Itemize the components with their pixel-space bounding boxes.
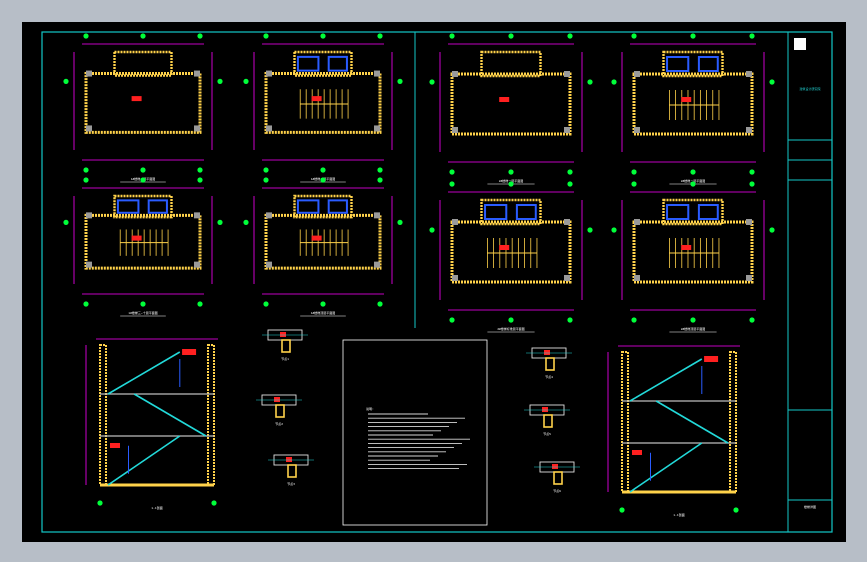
notes-title: 说明: <box>366 406 374 411</box>
cad-drawing-canvas: 建筑设计研究院 楼梯详图 说明: 1#楼梯一层平面图1#楼梯二层平面图1#楼梯三… <box>22 22 846 542</box>
section-label: 1-1剖面 <box>673 512 684 517</box>
plan-label: 2#楼梯标准层平面图 <box>497 326 525 331</box>
title-block-project: 楼梯详图 <box>804 504 816 509</box>
detail-label: 节点2 <box>275 421 283 426</box>
detail-label: 节点3 <box>287 481 295 486</box>
detail-label: 节点6 <box>553 488 561 493</box>
plan-label: 1#楼梯顶层平面图 <box>311 310 336 315</box>
detail-label: 节点5 <box>543 431 551 436</box>
title-block-company: 建筑设计研究院 <box>799 86 820 91</box>
detail-label: 节点4 <box>545 374 553 379</box>
plan-label: 2#楼梯顶层平面图 <box>681 326 706 331</box>
detail-label: 节点1 <box>281 356 289 361</box>
section-label: 1-1剖面 <box>151 505 162 510</box>
plan-label: 1#楼梯三~十层平面图 <box>128 310 157 315</box>
